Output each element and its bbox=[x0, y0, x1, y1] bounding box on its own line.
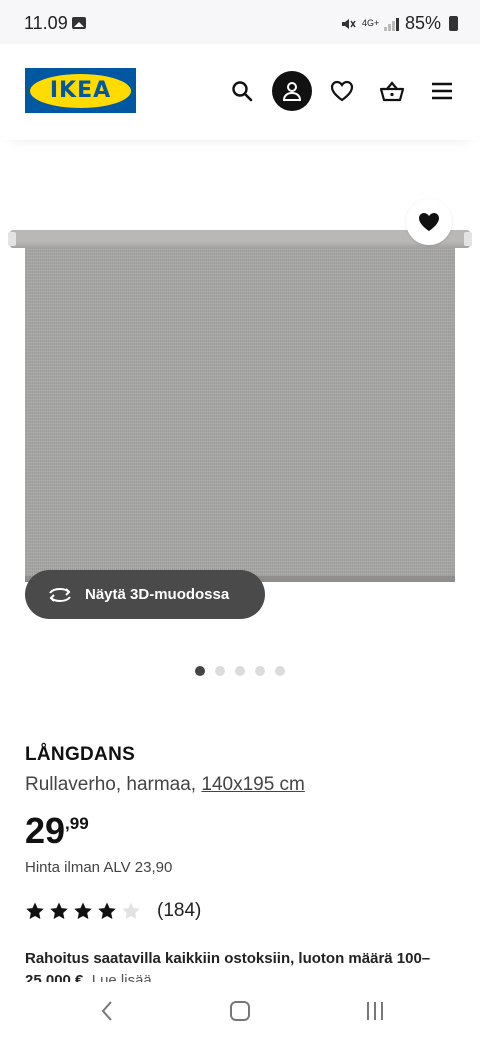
nav-recent-apps-button[interactable] bbox=[362, 998, 388, 1024]
price-integer: 29 bbox=[25, 810, 66, 851]
product-description: Rullaverho, harmaa, 140x195 cm bbox=[25, 774, 305, 796]
profile-icon bbox=[282, 82, 302, 101]
heart-filled-icon bbox=[419, 213, 439, 231]
heart-icon bbox=[330, 80, 354, 102]
favourites-button[interactable] bbox=[322, 71, 362, 111]
carousel-dot[interactable] bbox=[275, 666, 285, 676]
add-to-favourites-button[interactable] bbox=[406, 199, 452, 245]
menu-button[interactable] bbox=[422, 71, 462, 111]
star-filled-icon bbox=[98, 902, 116, 919]
battery-icon bbox=[449, 16, 458, 31]
financing-text: Rahoitus saatavilla kaikkiin ostoksiin, … bbox=[25, 950, 431, 982]
product-price: 29,99 bbox=[25, 810, 89, 852]
product-type-text: Rullaverho, harmaa, bbox=[25, 774, 197, 795]
rotate-3d-icon bbox=[49, 587, 71, 602]
home-square-icon bbox=[230, 1001, 250, 1021]
blind-roller-image bbox=[8, 230, 472, 248]
product-name: LÅNGDANS bbox=[25, 744, 136, 765]
cart-icon bbox=[379, 81, 405, 102]
carousel-indicator bbox=[0, 666, 480, 676]
network-type-label: 4G+ bbox=[361, 18, 380, 28]
status-time: 11.09 bbox=[24, 13, 68, 33]
star-filled-icon bbox=[26, 902, 44, 919]
price-decimal: ,99 bbox=[65, 814, 89, 833]
star-filled-icon bbox=[74, 902, 92, 919]
signal-icon bbox=[383, 17, 399, 31]
status-bar: 11.09 4G+ 85% bbox=[0, 0, 480, 44]
ikea-logo[interactable]: IKEA bbox=[25, 68, 136, 113]
cart-button[interactable] bbox=[372, 71, 412, 111]
mute-icon bbox=[340, 17, 356, 31]
blind-fabric-image bbox=[25, 248, 455, 580]
review-count[interactable]: (184) bbox=[157, 900, 201, 922]
menu-icon bbox=[432, 82, 452, 100]
view-3d-button[interactable]: Näytä 3D-muodossa bbox=[25, 570, 265, 619]
star-empty-icon bbox=[122, 902, 140, 919]
product-rating[interactable]: (184) bbox=[25, 900, 201, 922]
carousel-dot[interactable] bbox=[255, 666, 265, 676]
logo-text: IKEA bbox=[49, 78, 112, 103]
carousel-dot[interactable] bbox=[215, 666, 225, 676]
carousel-dot[interactable] bbox=[235, 666, 245, 676]
product-size-link[interactable]: 140x195 cm bbox=[201, 774, 305, 795]
system-navigation-bar bbox=[0, 982, 480, 1040]
nav-home-button[interactable] bbox=[228, 998, 252, 1024]
profile-button[interactable] bbox=[272, 71, 312, 111]
status-indicators: 4G+ 85% bbox=[340, 13, 458, 34]
financing-read-more-link[interactable]: Lue lisää bbox=[92, 972, 152, 982]
site-header: IKEA bbox=[0, 44, 480, 140]
back-chevron-icon bbox=[101, 1001, 112, 1021]
gallery-notification-icon bbox=[72, 17, 86, 29]
search-icon bbox=[232, 81, 253, 102]
carousel-dot[interactable] bbox=[195, 666, 205, 676]
logo-oval: IKEA bbox=[30, 73, 131, 108]
product-image-carousel[interactable]: Näytä 3D-muodossa bbox=[0, 190, 480, 640]
recent-apps-icon bbox=[367, 1002, 383, 1020]
search-button[interactable] bbox=[222, 71, 262, 111]
star-filled-icon bbox=[50, 902, 68, 919]
view-3d-label: Näytä 3D-muodossa bbox=[85, 586, 230, 603]
nav-back-button[interactable] bbox=[95, 998, 119, 1024]
financing-info: Rahoitus saatavilla kaikkiin ostoksiin, … bbox=[25, 948, 465, 982]
price-excluding-vat: Hinta ilman ALV 23,90 bbox=[25, 859, 173, 876]
battery-percent: 85% bbox=[404, 13, 441, 33]
